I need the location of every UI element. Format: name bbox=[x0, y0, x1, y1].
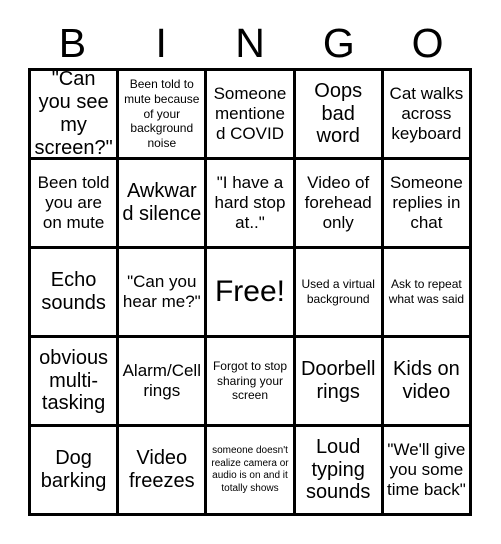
bingo-cell-label: Been told to mute because of your backgr… bbox=[124, 77, 200, 150]
bingo-cell-label: Cat walks across keyboard bbox=[389, 84, 464, 143]
bingo-grid: "Can you see my screen?" Been told to mut… bbox=[28, 68, 472, 516]
header-letter-i: I bbox=[155, 19, 167, 66]
bingo-cell[interactable]: Ask to repeat what was said bbox=[383, 249, 472, 338]
bingo-cell-free[interactable]: Free! bbox=[207, 249, 296, 338]
header-letter-g: G bbox=[322, 19, 355, 66]
bingo-cell[interactable]: Forgot to stop sharing your screen bbox=[207, 338, 296, 427]
header-letter-b: B bbox=[58, 19, 87, 66]
bingo-cell[interactable]: someone doesn't realize camera or audio … bbox=[207, 427, 296, 516]
bingo-cell[interactable]: Loud typing sounds bbox=[295, 427, 384, 516]
bingo-cell[interactable]: Cat walks across keyboard bbox=[383, 71, 472, 160]
bingo-cell[interactable]: Used a virtual background bbox=[295, 249, 384, 338]
bingo-cell[interactable]: Someone mentioned COVID bbox=[207, 71, 296, 160]
bingo-cell-label: Alarm/Cell rings bbox=[122, 361, 201, 400]
bingo-cell-label: "I have a hard stop at.." bbox=[214, 173, 286, 232]
bingo-cell[interactable]: Been told you are on mute bbox=[31, 160, 120, 249]
bingo-cell-label: Been told you are on mute bbox=[37, 173, 110, 232]
bingo-cell[interactable]: Video of forehead only bbox=[295, 160, 384, 249]
bingo-cell-label: Ask to repeat what was said bbox=[388, 277, 465, 306]
bingo-cell-label: "Can you see my screen?" bbox=[34, 71, 113, 159]
header-letter-o: O bbox=[411, 19, 444, 66]
bingo-cell-label: Used a virtual background bbox=[301, 277, 375, 306]
bingo-cell[interactable]: Echo sounds bbox=[31, 249, 120, 338]
bingo-cell-label: obvious multi-tasking bbox=[39, 346, 109, 415]
bingo-cell[interactable]: "Can you hear me?" bbox=[119, 249, 208, 338]
bingo-cell-label: "We'll give you some time back" bbox=[386, 440, 466, 499]
bingo-cell[interactable]: "Can you see my screen?" bbox=[31, 71, 120, 160]
bingo-cell[interactable]: Dog barking bbox=[31, 427, 120, 516]
bingo-cell-label: Echo sounds bbox=[41, 269, 106, 314]
bingo-header: B I N G O bbox=[28, 18, 472, 68]
bingo-cell[interactable]: Alarm/Cell rings bbox=[119, 338, 208, 427]
bingo-cell[interactable]: "I have a hard stop at.." bbox=[207, 160, 296, 249]
bingo-cell-label: Oops bad word bbox=[314, 79, 363, 148]
bingo-cell-label: Forgot to stop sharing your screen bbox=[212, 359, 288, 403]
bingo-cell-label: someone doesn't realize camera or audio … bbox=[211, 445, 289, 494]
bingo-cell-label: Free! bbox=[214, 274, 285, 308]
bingo-cell[interactable]: Doorbell rings bbox=[295, 338, 384, 427]
bingo-cell-label: Doorbell rings bbox=[300, 358, 376, 403]
bingo-cell-label: Dog barking bbox=[40, 447, 107, 492]
bingo-cell-label: Awkward silence bbox=[122, 180, 202, 225]
bingo-cell-label: Kids on video bbox=[393, 358, 460, 403]
header-letter-n: N bbox=[235, 19, 265, 66]
bingo-cell[interactable]: obvious multi-tasking bbox=[31, 338, 120, 427]
bingo-cell-label: Loud typing sounds bbox=[305, 435, 371, 504]
bingo-cell-label: Someone replies in chat bbox=[390, 173, 463, 232]
bingo-cell-label: Video of forehead only bbox=[304, 173, 372, 232]
bingo-cell-label: "Can you hear me?" bbox=[122, 272, 201, 311]
bingo-cell[interactable]: Oops bad word bbox=[295, 71, 384, 160]
bingo-cell[interactable]: Kids on video bbox=[383, 338, 472, 427]
bingo-cell[interactable]: Video freezes bbox=[119, 427, 208, 516]
bingo-cell-label: Video freezes bbox=[128, 447, 195, 492]
bingo-card: B I N G O "Can you see my screen?" Been t… bbox=[0, 0, 501, 544]
bingo-cell[interactable]: Someone replies in chat bbox=[383, 160, 472, 249]
bingo-cell-label: Someone mentioned COVID bbox=[213, 84, 287, 143]
bingo-cell[interactable]: "We'll give you some time back" bbox=[383, 427, 472, 516]
bingo-cell[interactable]: Been told to mute because of your backgr… bbox=[119, 71, 208, 160]
bingo-cell[interactable]: Awkward silence bbox=[119, 160, 208, 249]
